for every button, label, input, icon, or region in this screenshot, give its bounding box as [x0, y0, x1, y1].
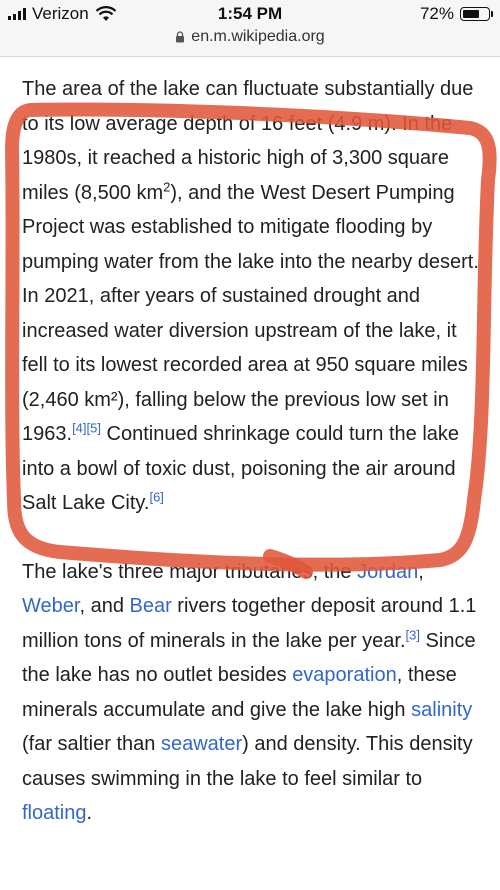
para2-text-7: (far saltier than: [22, 733, 161, 755]
para2-text-3: , and: [79, 595, 130, 617]
article-body: The area of the lake can fluctuate subst…: [22, 72, 484, 831]
para1-text-2: ), and the West Desert Pumping Project w…: [22, 181, 479, 446]
citation-4[interactable]: [4]: [72, 420, 86, 435]
battery-fill: [463, 10, 479, 18]
address-bar[interactable]: en.m.wikipedia.org: [0, 28, 500, 46]
paragraph-lake-area: The area of the lake can fluctuate subst…: [22, 72, 484, 521]
citation-5[interactable]: [5]: [87, 420, 101, 435]
ios-status-bar: Verizon 1:54 PM 72% en.m.wikipedia.org: [0, 0, 500, 57]
link-seawater[interactable]: seawater: [161, 733, 242, 755]
link-bear[interactable]: Bear: [130, 595, 172, 617]
link-floating[interactable]: floating: [22, 802, 87, 824]
battery-icon: [460, 7, 493, 21]
para2-text-9: .: [86, 802, 93, 824]
para2-text-2: ,: [418, 560, 424, 583]
lock-icon: [176, 31, 185, 43]
para1-text-3: Continued shrinkage could turn the lake …: [22, 423, 460, 514]
link-jordan[interactable]: Jordan: [357, 561, 418, 583]
link-evaporation[interactable]: evaporation: [292, 664, 397, 686]
paragraph-tributaries: The lake's three major tributaries, the …: [22, 555, 484, 831]
citation-6[interactable]: [6]: [149, 489, 163, 504]
link-weber[interactable]: Weber: [22, 595, 79, 617]
citation-3[interactable]: [3]: [406, 627, 420, 642]
link-salinity[interactable]: salinity: [411, 699, 472, 721]
battery-group: 72%: [419, 4, 493, 24]
url-text: en.m.wikipedia.org: [191, 28, 325, 45]
para2-text-1: The lake's three major tributaries, the: [22, 560, 358, 583]
battery-percent: 72%: [419, 4, 454, 23]
